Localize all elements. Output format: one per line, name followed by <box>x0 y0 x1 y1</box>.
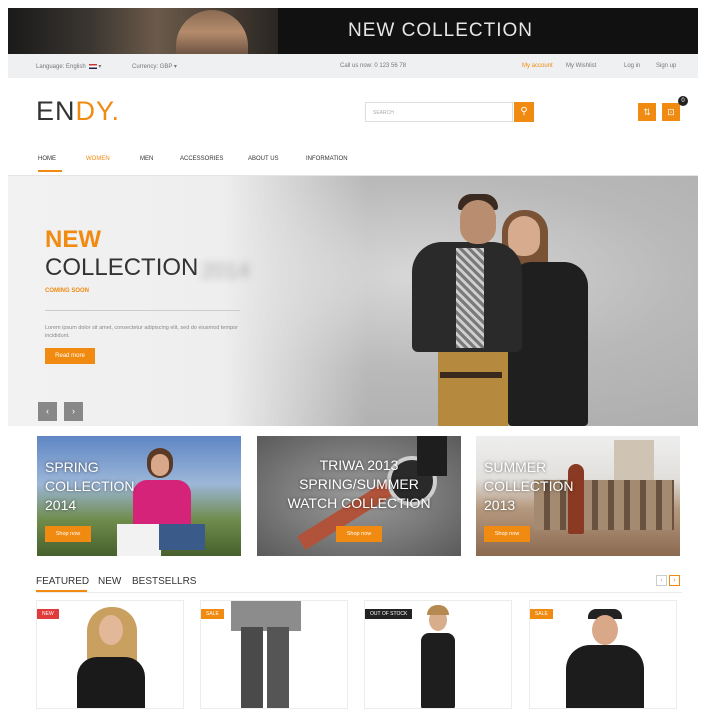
tabs-divider <box>36 592 682 593</box>
hero-title: COLLECTION <box>45 254 199 281</box>
tab-new[interactable]: NEW <box>98 576 121 587</box>
shop-now-button[interactable]: Shop now <box>45 526 91 542</box>
tower <box>614 440 654 480</box>
hero-model-man-shirt <box>456 248 484 348</box>
hero-title-accent: NEW <box>45 226 101 253</box>
product-model-hair <box>427 605 449 615</box>
product-model-leg-right <box>267 627 289 708</box>
my-account-link[interactable]: My account <box>522 63 553 69</box>
nav-item-home[interactable]: HOME <box>38 156 56 162</box>
shop-now-button[interactable]: Shop now <box>336 526 382 542</box>
promo-title: SPRING COLLECTION 2014 <box>45 459 135 513</box>
nav-item-information[interactable]: INFORMATION <box>306 156 348 162</box>
product-model-face <box>592 615 618 645</box>
product-model-leg-left <box>241 627 263 708</box>
hero-prev-button[interactable]: ‹ <box>38 402 57 421</box>
cart-button[interactable]: ⊡ <box>662 103 680 121</box>
top-banner[interactable]: NEW COLLECTION <box>8 8 698 54</box>
login-link[interactable]: Log in <box>624 63 640 69</box>
promo-model-face <box>151 454 169 476</box>
tab-bestsellers[interactable]: BESTSELLRS <box>132 576 196 587</box>
product-badge: OUT OF STOCK <box>365 609 413 619</box>
hero-description: Lorem ipsum dolor sit amet, consectetur … <box>45 325 238 339</box>
hero-subtitle: COMING SOON <box>45 288 90 294</box>
wishlist-link[interactable]: My Wishlist <box>566 63 596 69</box>
hero-model-man-pants <box>438 352 508 426</box>
utility-bar: Language: English ▾ Currency: GBP ▾ Call… <box>8 54 698 78</box>
hero-next-button[interactable]: › <box>64 402 83 421</box>
hero-model-man-face <box>460 200 496 244</box>
shop-now-button[interactable]: Shop now <box>484 526 530 542</box>
chevron-right-icon: › <box>673 577 676 584</box>
uk-flag-icon <box>88 63 97 69</box>
product-card[interactable]: NEW <box>36 600 184 709</box>
hero-slider: NEW COLLECTION 2014 COMING SOON Lorem ip… <box>8 176 698 426</box>
product-model-jacket <box>566 645 644 708</box>
promo-chair <box>117 524 161 556</box>
currency-selector[interactable]: Currency: GBP ▾ <box>132 63 177 70</box>
carousel-prev-button[interactable]: ‹ <box>656 575 667 586</box>
promo-title: TRIWA 2013 SPRING/SUMMER WATCH COLLECTION <box>287 457 431 511</box>
nav-item-accessories[interactable]: ACCESSORIES <box>180 156 223 162</box>
compare-button[interactable]: ⇅ <box>638 103 656 121</box>
signup-link[interactable]: Sign up <box>656 63 676 69</box>
phone-number: Call us now: 0 123 56 78 <box>340 63 407 69</box>
product-badge: SALE <box>530 609 553 619</box>
banner-title: NEW COLLECTION <box>348 20 534 41</box>
cart-icon: ⊡ <box>667 107 675 117</box>
promo-model-top <box>133 480 191 528</box>
product-model-top <box>77 657 145 708</box>
promo-card-summer[interactable]: SUMMER COLLECTION 2013 Shop now <box>476 436 680 556</box>
chevron-left-icon: ‹ <box>660 577 663 584</box>
hero-read-more-button[interactable]: Read more <box>45 348 95 364</box>
tab-featured[interactable]: FEATURED <box>36 576 89 587</box>
hero-fade <box>8 176 368 426</box>
hero-year: 2014 <box>201 258 250 283</box>
chevron-left-icon: ‹ <box>46 406 49 416</box>
promo-title: SUMMER COLLECTION 2013 <box>484 459 574 513</box>
nav-active-indicator <box>38 170 62 172</box>
hero-divider <box>45 310 240 311</box>
search-button[interactable]: ⚲ <box>514 102 534 122</box>
product-badge: SALE <box>201 609 224 619</box>
cart-count-badge: 0 <box>678 96 688 106</box>
search-input[interactable]: SEARCH <box>365 102 513 122</box>
product-model-dress <box>421 633 455 708</box>
promo-model-jeans <box>159 524 205 550</box>
product-card[interactable]: SALE <box>529 600 677 709</box>
nav-item-about-us[interactable]: ABOUT US <box>248 156 279 162</box>
product-card[interactable]: SALE <box>200 600 348 709</box>
search-icon: ⚲ <box>520 106 528 117</box>
product-card[interactable]: OUT OF STOCK <box>364 600 512 709</box>
hero-model-man-belt <box>440 372 502 378</box>
promo-card-watch[interactable]: TRIWA 2013 SPRING/SUMMER WATCH COLLECTION … <box>257 436 461 556</box>
nav-item-women[interactable]: WOMEN <box>86 156 110 162</box>
language-selector[interactable]: Language: English ▾ <box>36 63 101 70</box>
nav-item-men[interactable]: MEN <box>140 156 153 162</box>
promo-card-spring[interactable]: SPRING COLLECTION 2014 Shop now <box>37 436 241 556</box>
carousel-next-button[interactable]: › <box>669 575 680 586</box>
chevron-right-icon: › <box>72 406 75 416</box>
logo[interactable]: ENDY. <box>36 96 120 127</box>
compare-icon: ⇅ <box>643 107 651 117</box>
product-badge: NEW <box>37 609 59 619</box>
product-model-face <box>99 615 123 645</box>
